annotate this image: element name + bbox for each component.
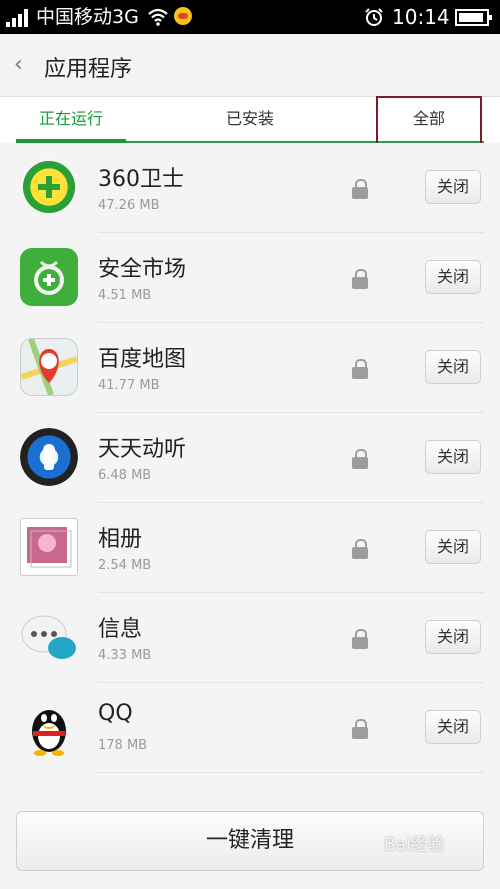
list-item[interactable]: 安全市场 4.51 MB 关闭	[0, 233, 500, 323]
signal-icon	[6, 9, 30, 27]
list-item[interactable]: 信息 4.33 MB 关闭	[0, 593, 500, 683]
close-app-button[interactable]: 关闭	[425, 530, 481, 564]
close-app-button[interactable]: 关闭	[425, 440, 481, 474]
360-security-icon	[20, 158, 78, 216]
bottom-bar: 一键清理 Bai经验	[0, 790, 500, 889]
carrier-label: 中国移动3G	[36, 6, 139, 28]
app-name: 百度地图	[98, 347, 187, 372]
messages-icon	[20, 608, 78, 666]
app-name: QQ	[98, 701, 133, 726]
list-item[interactable]: 相册 2.54 MB 关闭	[0, 503, 500, 593]
ttpod-icon	[20, 428, 78, 486]
app-name: 天天动听	[98, 437, 187, 462]
app-name: 360卫士	[98, 167, 184, 192]
close-app-button[interactable]: 关闭	[425, 170, 481, 204]
list-item[interactable]: 百度地图 41.77 MB 关闭	[0, 323, 500, 413]
lock-icon[interactable]	[352, 629, 368, 649]
album-icon	[20, 518, 78, 576]
app-name: 安全市场	[98, 257, 187, 282]
watermark: Bai经验	[384, 835, 445, 855]
app-size: 2.54 MB	[98, 558, 152, 573]
close-app-button[interactable]: 关闭	[425, 710, 481, 744]
notification-icon	[174, 7, 192, 25]
list-item[interactable]: 天天动听 6.48 MB 关闭	[0, 413, 500, 503]
lock-icon[interactable]	[352, 539, 368, 559]
battery-icon	[455, 9, 492, 26]
list-item[interactable]: QQ 178 MB 关闭	[0, 683, 500, 773]
alarm-icon	[365, 8, 383, 26]
app-name: 相册	[98, 527, 143, 552]
tab-installed[interactable]: 已安装	[190, 97, 310, 143]
baidu-map-icon	[20, 337, 78, 397]
app-size: 178 MB	[98, 738, 148, 753]
tab-running[interactable]: 正在运行	[16, 97, 126, 143]
app-size: 41.77 MB	[98, 378, 160, 393]
status-bar: 中国移动3G 10:14	[0, 0, 500, 34]
lock-icon[interactable]	[352, 359, 368, 379]
app-size: 47.26 MB	[98, 198, 160, 213]
wifi-icon	[148, 8, 168, 26]
lock-icon[interactable]	[352, 269, 368, 289]
running-apps-list: 360卫士 47.26 MB 关闭 安全市场 4.51 MB 关闭 百度地图 4…	[0, 143, 500, 773]
back-arrow-icon[interactable]: ‹	[14, 54, 23, 76]
page-title: 应用程序	[44, 57, 133, 82]
app-header: ‹ 应用程序	[0, 34, 500, 96]
app-size: 6.48 MB	[98, 468, 152, 483]
clock: 10:14	[392, 5, 450, 29]
security-market-icon	[20, 248, 78, 306]
lock-icon[interactable]	[352, 719, 368, 739]
lock-icon[interactable]	[352, 449, 368, 469]
list-item[interactable]: 360卫士 47.26 MB 关闭	[0, 143, 500, 233]
app-size: 4.33 MB	[98, 648, 152, 663]
close-app-button[interactable]: 关闭	[425, 260, 481, 294]
close-app-button[interactable]: 关闭	[425, 350, 481, 384]
lock-icon[interactable]	[352, 179, 368, 199]
qq-icon	[20, 698, 78, 756]
app-name: 信息	[98, 617, 143, 642]
close-app-button[interactable]: 关闭	[425, 620, 481, 654]
app-size: 4.51 MB	[98, 288, 152, 303]
